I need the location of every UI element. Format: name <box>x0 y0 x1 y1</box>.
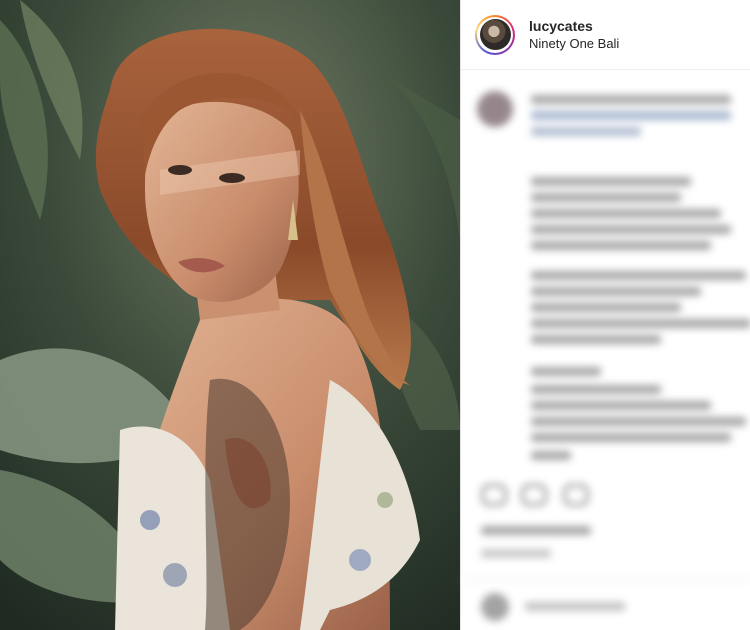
comment-line <box>531 433 731 442</box>
comment-line <box>531 127 641 136</box>
post-side-panel: lucycates Ninety One Bali <box>460 0 750 630</box>
username[interactable]: lucycates <box>529 17 619 35</box>
avatar[interactable] <box>479 19 511 50</box>
comments-area <box>461 71 750 630</box>
comment-line <box>531 241 711 250</box>
comment-line <box>531 319 750 328</box>
comment-line <box>531 177 691 186</box>
comment-line <box>531 95 731 104</box>
comment-line <box>531 367 601 376</box>
likes-line <box>481 526 591 535</box>
comment-line <box>531 111 731 120</box>
comment-line <box>531 287 701 296</box>
comment-line <box>531 401 711 410</box>
share-icon[interactable] <box>563 484 589 506</box>
comment-line <box>531 451 571 460</box>
commenter-avatar <box>477 91 513 127</box>
comment-icon[interactable] <box>521 484 547 506</box>
post-header: lucycates Ninety One Bali <box>461 0 750 70</box>
comment-line <box>531 303 681 312</box>
comment-line <box>531 417 746 426</box>
post-photo[interactable] <box>0 0 460 630</box>
comment-line <box>531 335 661 344</box>
like-icon[interactable] <box>481 484 507 506</box>
location[interactable]: Ninety One Bali <box>529 35 619 53</box>
comment-line <box>531 225 731 234</box>
add-comment-input[interactable] <box>525 602 625 611</box>
story-ring[interactable] <box>475 14 515 55</box>
emoji-icon[interactable] <box>481 593 509 621</box>
comment-line <box>531 271 746 280</box>
comment-line <box>531 193 681 202</box>
comment-line <box>531 385 661 394</box>
comment-line <box>531 209 721 218</box>
timestamp-line <box>481 549 551 558</box>
